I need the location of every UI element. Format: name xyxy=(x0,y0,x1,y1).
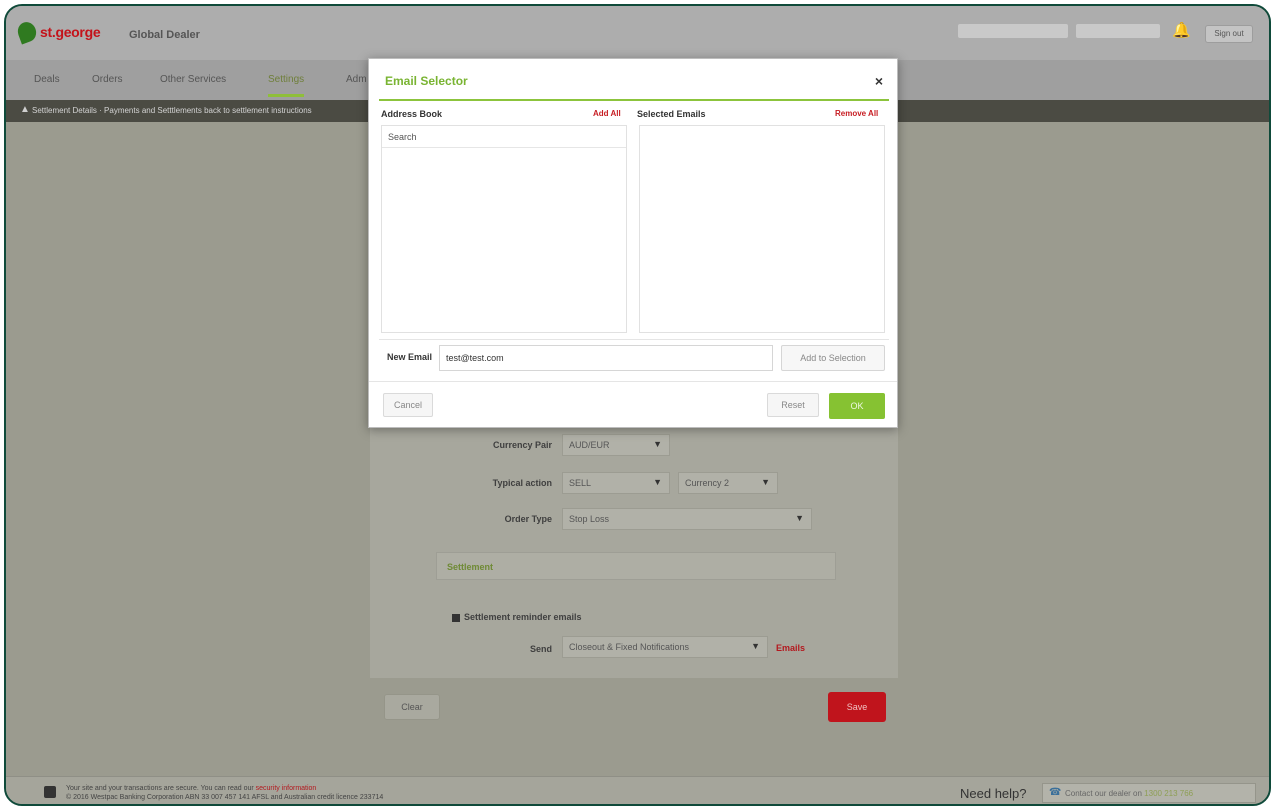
modal-title-divider xyxy=(379,99,889,101)
send-value: Closeout & Fixed Notifications xyxy=(569,642,690,652)
typical-action-select[interactable]: SELL ▼ xyxy=(562,472,670,494)
order-type-label: Order Type xyxy=(504,514,552,524)
address-book-label: Address Book xyxy=(381,109,443,119)
add-all-link[interactable]: Add All xyxy=(593,109,621,118)
lock-icon xyxy=(44,786,56,798)
app-title: Global Dealer xyxy=(129,29,200,41)
leaf-icon xyxy=(15,19,39,45)
typical-action-value: SELL xyxy=(569,478,592,488)
settlement-section-header: Settlement xyxy=(436,552,836,580)
selected-emails-list[interactable] xyxy=(639,125,885,333)
nav-item-settings[interactable]: Settings xyxy=(268,74,305,97)
security-information-link[interactable]: security information xyxy=(256,785,317,792)
selected-emails-label: Selected Emails xyxy=(637,109,706,119)
chevron-down-icon: ▼ xyxy=(653,477,662,487)
contact-dealer-label: Contact our dealer on xyxy=(1065,789,1145,798)
account-info-blurred xyxy=(1076,24,1160,38)
footer-text: Your site and your transactions are secu… xyxy=(66,784,383,802)
clear-button[interactable]: Clear xyxy=(384,694,440,720)
chevron-down-icon: ▼ xyxy=(795,513,804,523)
user-info-blurred xyxy=(958,24,1068,38)
signout-button[interactable]: Sign out xyxy=(1205,25,1253,43)
order-type-value: Stop Loss xyxy=(569,514,610,524)
remove-all-link[interactable]: Remove All xyxy=(835,109,878,118)
cancel-button[interactable]: Cancel xyxy=(383,393,433,417)
currency-pair-label: Currency Pair xyxy=(492,440,552,450)
chevron-down-icon: ▼ xyxy=(653,439,662,449)
nav-item-admin[interactable]: Adm xyxy=(346,74,367,85)
home-icon[interactable]: ▲ xyxy=(20,104,30,115)
breadcrumb-text[interactable]: Settlement Details · Payments and Setttl… xyxy=(32,106,312,115)
emails-link[interactable]: Emails xyxy=(776,643,805,653)
ok-button[interactable]: OK xyxy=(829,393,885,419)
save-button[interactable]: Save xyxy=(828,692,886,722)
footer-copyright: © 2016 Westpac Banking Corporation ABN 3… xyxy=(66,794,384,801)
modal-title: Email Selector xyxy=(385,74,468,88)
dealer-phone-number[interactable]: 1300 213 766 xyxy=(1144,789,1193,798)
settlement-heading: Settlement xyxy=(447,562,494,572)
nav-item-deals[interactable]: Deals xyxy=(34,74,60,85)
currency-select[interactable]: Currency 2 ▼ xyxy=(678,472,778,494)
send-label: Send xyxy=(529,644,552,654)
nav-item-orders[interactable]: Orders xyxy=(92,74,123,85)
new-email-input[interactable] xyxy=(439,345,773,371)
typical-action-label: Typical action xyxy=(492,478,552,488)
email-selector-modal: Email Selector × Address Book Add All Se… xyxy=(368,58,898,428)
order-type-select[interactable]: Stop Loss ▼ xyxy=(562,508,812,530)
footer: Your site and your transactions are secu… xyxy=(6,776,1269,804)
currency-pair-select[interactable]: AUD/EUR ▼ xyxy=(562,434,670,456)
modal-footer-divider xyxy=(369,381,897,382)
settlement-reminder-checkbox[interactable] xyxy=(452,614,460,622)
brand-logo[interactable]: st.george xyxy=(15,19,101,45)
new-email-label: New Email xyxy=(387,352,433,362)
currency-pair-value: AUD/EUR xyxy=(569,440,610,450)
footer-security-text: Your site and your transactions are secu… xyxy=(66,785,256,792)
brand-name: st.george xyxy=(40,24,101,40)
chevron-down-icon: ▼ xyxy=(751,641,760,651)
phone-icon: ☎ xyxy=(1049,787,1062,798)
top-bar: st.george Global Dealer 🔔 Sign out xyxy=(6,6,1269,60)
chevron-down-icon: ▼ xyxy=(761,477,770,487)
address-book-list[interactable]: Search xyxy=(381,125,627,333)
nav-item-other-services[interactable]: Other Services xyxy=(160,74,226,85)
reset-button[interactable]: Reset xyxy=(767,393,819,417)
currency-value: Currency 2 xyxy=(685,478,730,488)
close-icon[interactable]: × xyxy=(875,73,883,89)
modal-divider xyxy=(379,339,889,340)
address-book-search[interactable]: Search xyxy=(382,126,626,148)
add-to-selection-button[interactable]: Add to Selection xyxy=(781,345,885,371)
contact-dealer-box[interactable]: ☎ Contact our dealer on 1300 213 766 xyxy=(1042,783,1256,803)
send-select[interactable]: Closeout & Fixed Notifications ▼ xyxy=(562,636,768,658)
bell-icon[interactable]: 🔔 xyxy=(1172,22,1191,40)
settlement-reminder-label: Settlement reminder emails xyxy=(464,612,582,622)
need-help-label: Need help? xyxy=(960,786,1027,801)
